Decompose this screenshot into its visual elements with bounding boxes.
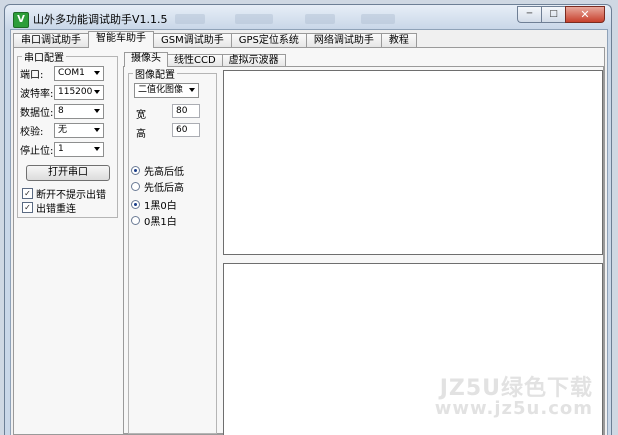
chevron-down-icon [189,88,195,92]
image-config-group: 图像配置 [128,66,217,434]
tab-serial-assistant[interactable]: 串口调试助手 [13,33,89,48]
high-first-radio[interactable]: 先高后低 [131,163,184,178]
main-tab-strip: 串口调试助手 智能车助手 GSM调试助手 GPS定位系统 网络调试助手 教程 [13,31,417,48]
image-mode-select[interactable]: 二值化图像 [134,83,199,98]
title-bar[interactable]: V 山外多功能调试助手V1.1.5 ─ □ ✕ [5,5,611,30]
tab-smart-car-assistant[interactable]: 智能车助手 [88,31,154,48]
app-icon: V [13,12,29,28]
tab-gsm-assistant[interactable]: GSM调试助手 [153,33,232,48]
reconnect-checkbox[interactable]: ✓ 出错重连 [22,200,76,215]
stopbits-row: 停止位: 1 [20,142,104,157]
serial-config-title: 串口配置 [24,53,64,64]
title-bar-blur [361,14,395,24]
window-title: 山外多功能调试助手V1.1.5 [33,13,168,26]
black0-white1-label: 0黑1白 [144,217,177,228]
watermark-url: www.jz5u.com [434,398,593,419]
width-label: 宽 [136,110,146,121]
radio-icon [131,182,140,191]
chevron-down-icon [94,90,100,94]
image-config-title: 图像配置 [135,70,175,81]
no-prompt-checkbox[interactable]: ✓ 断开不提示出错 [22,186,106,201]
tab-tutorial[interactable]: 教程 [380,33,417,48]
databits-label: 数据位: [20,108,54,119]
port-select[interactable]: COM1 [54,66,104,81]
checkmark-icon: ✓ [22,188,33,199]
tab-gps-system[interactable]: GPS定位系统 [230,33,307,48]
radio-selected-icon [131,200,140,209]
client-area: 串口调试助手 智能车助手 GSM调试助手 GPS定位系统 网络调试助手 教程 串… [10,29,608,435]
port-row: 端口: COM1 [20,66,104,81]
chevron-down-icon [94,71,100,75]
tab-camera[interactable]: 摄像头 [124,52,168,67]
open-port-button[interactable]: 打开串口 [26,165,110,181]
parity-row: 校验: 无 [20,123,104,138]
reconnect-label: 出错重连 [36,204,76,215]
black1-white0-label: 1黑0白 [144,201,177,212]
databits-select[interactable]: 8 [54,104,104,119]
close-button[interactable]: ✕ [565,6,605,23]
radio-selected-icon [131,166,140,175]
chevron-down-icon [94,109,100,113]
no-prompt-label: 断开不提示出错 [36,190,106,201]
databits-row: 数据位: 8 [20,104,104,119]
stopbits-select[interactable]: 1 [54,142,104,157]
title-bar-blur [235,14,273,24]
width-input[interactable]: 80 [172,104,200,118]
low-first-radio[interactable]: 先低后高 [131,179,184,194]
port-label: 端口: [20,70,44,81]
baud-select[interactable]: 115200 [54,85,104,100]
black1-white0-radio[interactable]: 1黑0白 [131,197,177,212]
title-bar-blur [175,14,205,24]
parity-label: 校验: [20,127,44,138]
tab-network-assistant[interactable]: 网络调试助手 [305,33,382,48]
chevron-down-icon [94,128,100,132]
black0-white1-radio[interactable]: 0黑1白 [131,213,177,228]
baud-row: 波特率: 115200 [20,85,104,100]
sub-tab-strip: 摄像头 线性CCD 虚拟示波器 [124,52,286,67]
height-label: 高 [136,129,146,140]
baud-label: 波特率: [20,89,54,100]
high-first-label: 先高后低 [144,167,184,178]
checkmark-icon: ✓ [22,202,33,213]
minimize-button[interactable]: ─ [517,6,541,23]
radio-icon [131,216,140,225]
low-first-label: 先低后高 [144,183,184,194]
chevron-down-icon [94,147,100,151]
raw-image-display [223,70,603,255]
stopbits-label: 停止位: [20,146,54,157]
app-window: V 山外多功能调试助手V1.1.5 ─ □ ✕ 串口调试助手 智能车助手 GSM… [4,4,612,435]
title-bar-blur [305,14,335,24]
maximize-button[interactable]: □ [541,6,565,23]
height-input[interactable]: 60 [172,123,200,137]
parity-select[interactable]: 无 [54,123,104,138]
